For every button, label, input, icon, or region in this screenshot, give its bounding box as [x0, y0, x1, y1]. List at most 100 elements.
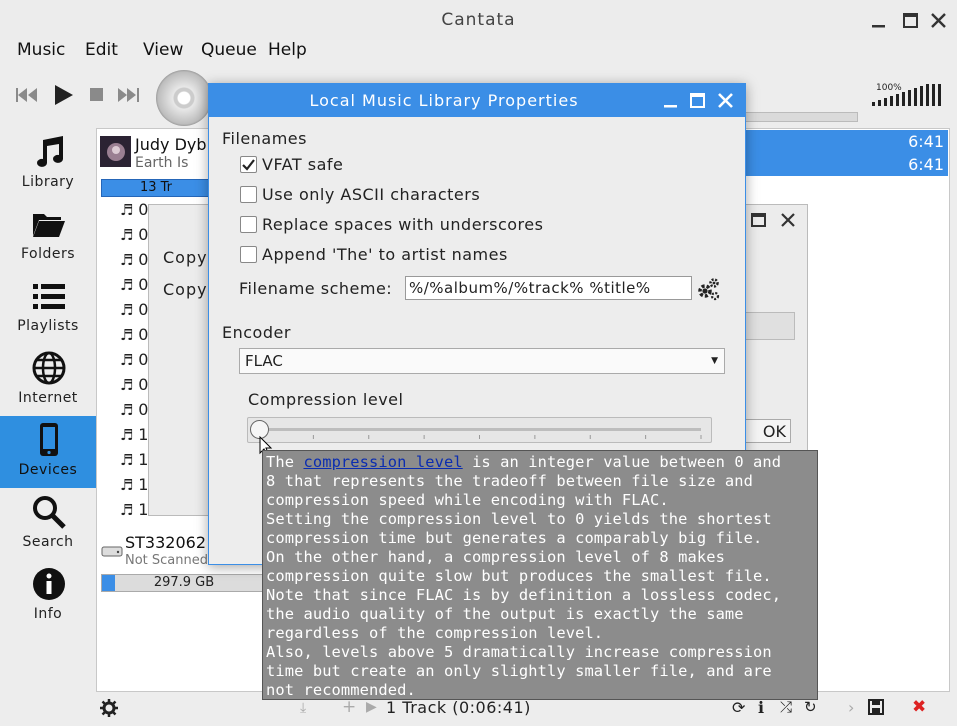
sidebar-item-devices[interactable]: Devices [0, 416, 96, 488]
menu-edit[interactable]: Edit [85, 40, 118, 60]
append-the-checkbox[interactable] [240, 246, 257, 263]
track-title: 0 [138, 250, 149, 269]
device-status: Not Scanned [125, 553, 209, 568]
table-row[interactable]: 6:41 [745, 130, 948, 153]
dialog-maximize-icon[interactable] [688, 91, 708, 116]
ok-button[interactable]: OK [739, 419, 791, 443]
track-title: 0 [138, 225, 149, 244]
tooltip-body: 8 that represents the tradeoff between f… [266, 472, 814, 700]
settings-gear-icon[interactable] [100, 699, 118, 721]
sidebar-label-search: Search [22, 534, 74, 550]
shuffle-icon[interactable]: ⤮ [780, 698, 792, 716]
volume-bars-icon[interactable] [872, 84, 946, 110]
underscores-checkbox[interactable] [240, 216, 257, 233]
next-track-icon[interactable] [116, 84, 142, 106]
tooltip-line: the audio quality of the output is exact… [266, 605, 744, 623]
table-row[interactable]: ♬ 0 [120, 225, 148, 250]
storage-capacity: 297.9 GB [153, 575, 215, 590]
gears-icon[interactable] [696, 277, 720, 305]
table-row[interactable]: ♬ 0 [120, 375, 148, 400]
sidebar-item-library[interactable]: Library [0, 128, 96, 200]
bg-close-icon[interactable] [779, 211, 797, 233]
table-row[interactable]: 6:41 [745, 153, 948, 176]
music-note-icon: ♬ [120, 476, 139, 494]
slider-ticks [257, 428, 702, 439]
maximize-icon[interactable] [900, 10, 922, 32]
play-icon[interactable] [52, 82, 76, 108]
bg-maximize-icon[interactable] [750, 211, 768, 233]
close-icon[interactable] [928, 10, 950, 32]
sidebar-label-library: Library [21, 174, 75, 190]
menu-view[interactable]: View [143, 40, 183, 60]
dialog-close-icon[interactable] [716, 91, 736, 116]
previous-track-icon[interactable] [14, 84, 40, 106]
list-icon [31, 278, 67, 314]
table-row[interactable]: ♬ 0 [120, 250, 148, 275]
folder-icon [31, 206, 67, 242]
table-row[interactable]: ♬ 0 [120, 325, 148, 350]
tooltip-suffix: is an integer value between 0 and [462, 453, 782, 471]
append-the-label: Append 'The' to artist names [262, 245, 508, 264]
tooltip-line: The compression level is an integer valu… [266, 453, 814, 472]
sidebar-label-devices: Devices [18, 462, 78, 478]
track-count: 1 Track (0:06:41) [386, 698, 531, 717]
album-cover [100, 136, 131, 167]
sidebar-label-info: Info [33, 606, 63, 622]
tooltip-line: compression time but generates a compara… [266, 529, 763, 547]
menu-queue[interactable]: Queue [201, 40, 257, 60]
table-row[interactable]: ♬ 0 [120, 400, 148, 425]
cancel-red-icon[interactable]: ✖ [912, 697, 926, 717]
music-note-icon: ♬ [120, 326, 139, 344]
remove-icon[interactable]: ⤓ [300, 700, 306, 716]
sidebar-label-folders: Folders [20, 246, 76, 262]
info-small-icon[interactable]: ℹ [758, 698, 764, 717]
compression-level-slider[interactable] [247, 417, 712, 443]
menu-help[interactable]: Help [268, 40, 307, 60]
sidebar-label-internet: Internet [18, 390, 78, 406]
vfat-checkbox[interactable] [240, 156, 257, 173]
sidebar-item-info[interactable]: Info [0, 560, 96, 632]
menubar: Music Edit View Queue Help [0, 38, 957, 66]
tooltip-line: compression quite slow but produces the … [266, 567, 772, 585]
minimize-icon[interactable] [868, 10, 890, 32]
refresh-icon[interactable]: ⟳ [732, 698, 745, 717]
vfat-label: VFAT safe [262, 155, 344, 174]
table-row[interactable]: ♬ 0 [120, 200, 148, 225]
save-icon[interactable] [868, 699, 884, 719]
filename-scheme-label: Filename scheme: [239, 279, 393, 298]
filename-scheme-input[interactable]: %/%album%/%track% %title% [405, 276, 692, 300]
sidebar-item-search[interactable]: Search [0, 488, 96, 560]
sidebar-item-internet[interactable]: Internet [0, 344, 96, 416]
position-slider[interactable] [740, 112, 858, 122]
stop-icon[interactable] [88, 86, 106, 104]
album-title: Earth Is [135, 155, 189, 171]
encoder-select[interactable]: FLAC ▼ [239, 348, 725, 374]
table-row[interactable]: ♬ 0 [120, 275, 148, 300]
chevron-right-icon[interactable]: › [848, 698, 854, 717]
dialog-titlebar: Local Music Library Properties [209, 84, 745, 117]
table-row[interactable]: ♬ 1 [120, 425, 148, 450]
sync-icon[interactable]: ↻ [804, 698, 817, 716]
globe-icon [31, 350, 67, 386]
dialog-minimize-icon[interactable] [661, 91, 681, 116]
table-row[interactable]: ♬ 0 [120, 350, 148, 375]
tooltip-line: Also, levels above 5 dramatically increa… [266, 643, 772, 661]
add-icon[interactable]: + [342, 697, 356, 717]
menu-music[interactable]: Music [17, 40, 65, 60]
compression-level-link[interactable]: compression level [303, 453, 462, 471]
play-small-icon[interactable]: ▶ [366, 699, 377, 715]
sidebar-item-folders[interactable]: Folders [0, 200, 96, 272]
main-titlebar: Cantata [0, 0, 957, 40]
bg-input-field[interactable] [745, 312, 795, 340]
track-title: 0 [138, 325, 149, 344]
ascii-checkbox[interactable] [240, 186, 257, 203]
music-note-icon: ♬ [120, 501, 139, 519]
slider-groove [258, 428, 701, 431]
compression-tooltip: The compression level is an integer valu… [262, 450, 818, 700]
sidebar-item-playlists[interactable]: Playlists [0, 272, 96, 344]
table-row[interactable]: ♬ 0 [120, 300, 148, 325]
copy-label-2: Copy [163, 280, 208, 299]
tooltip-line: Setting the compression level to 0 yield… [266, 510, 772, 528]
device-name: ST332062 [125, 533, 207, 552]
tooltip-line: compression speed while encoding with FL… [266, 491, 669, 509]
